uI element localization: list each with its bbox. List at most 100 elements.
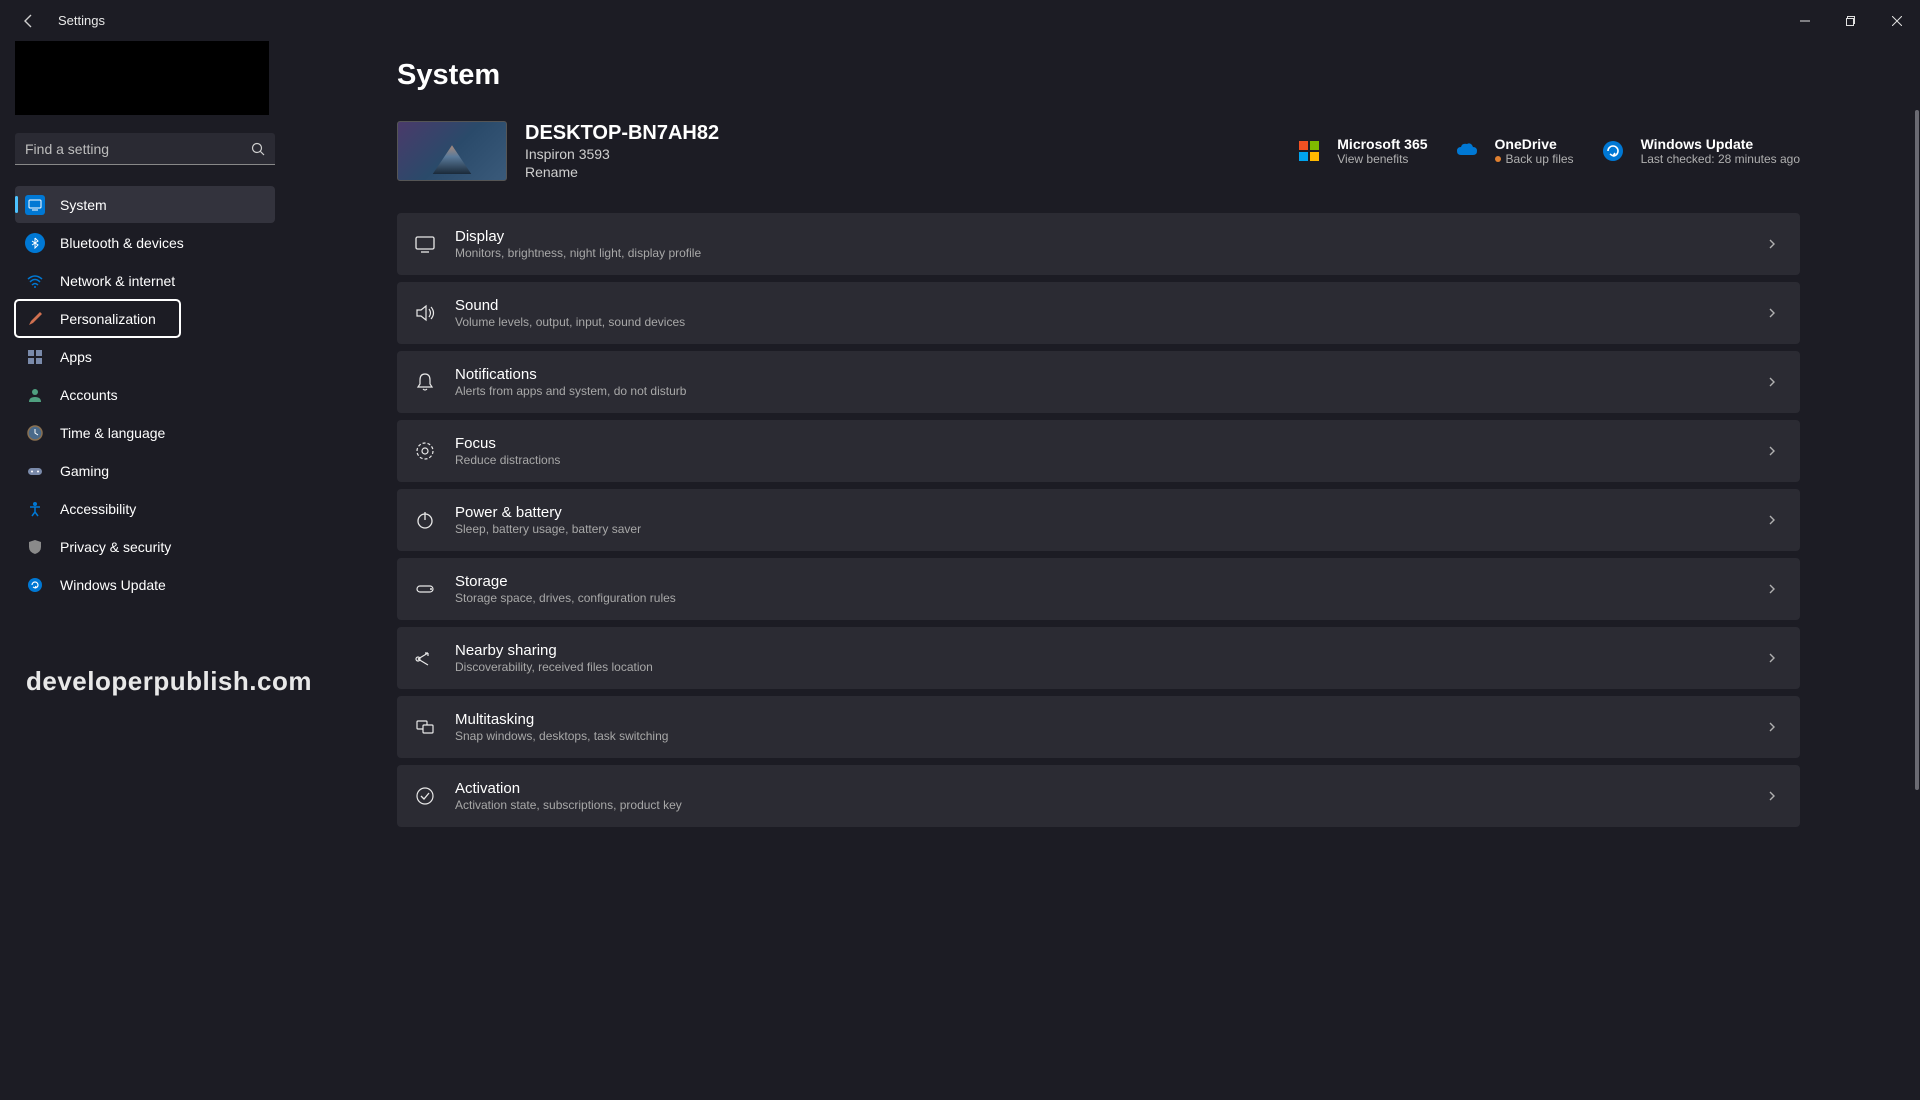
page-title: System	[397, 59, 1800, 92]
microsoft365-icon	[1295, 137, 1323, 165]
sidebar-item-bluetooth[interactable]: Bluetooth & devices	[15, 224, 275, 261]
scrollbar-thumb[interactable]	[1915, 110, 1919, 790]
close-button[interactable]	[1874, 0, 1920, 41]
brush-icon	[25, 309, 45, 329]
chevron-right-icon	[1766, 445, 1778, 457]
row-sub: Reduce distractions	[455, 453, 560, 467]
setting-row-focus[interactable]: FocusReduce distractions	[397, 420, 1800, 482]
chevron-right-icon	[1766, 721, 1778, 733]
sidebar-item-accessibility[interactable]: Accessibility	[15, 490, 275, 527]
search-input[interactable]	[15, 133, 275, 165]
settings-list: DisplayMonitors, brightness, night light…	[397, 213, 1800, 827]
window-controls	[1782, 0, 1920, 41]
row-title: Display	[455, 228, 701, 245]
sidebar-item-label: Windows Update	[60, 577, 166, 593]
share-icon	[413, 646, 437, 670]
user-account-block[interactable]	[15, 41, 269, 115]
shield-icon	[25, 537, 45, 557]
check-circle-icon	[413, 784, 437, 808]
scrollbar[interactable]	[1915, 100, 1919, 1100]
search-wrap	[15, 133, 275, 165]
windows-update-icon	[1599, 137, 1627, 165]
header-card-sub: View benefits	[1337, 152, 1427, 166]
row-title: Storage	[455, 573, 676, 590]
sidebar-item-label: Bluetooth & devices	[60, 235, 184, 251]
apps-icon	[25, 347, 45, 367]
setting-row-notifications[interactable]: NotificationsAlerts from apps and system…	[397, 351, 1800, 413]
header-card-sub: Back up files	[1495, 152, 1574, 166]
row-sub: Activation state, subscriptions, product…	[455, 798, 682, 812]
sidebar-item-privacy[interactable]: Privacy & security	[15, 528, 275, 565]
sidebar-item-personalization[interactable]: Personalization	[15, 300, 180, 337]
header-card-title: Microsoft 365	[1337, 136, 1427, 152]
row-sub: Sleep, battery usage, battery saver	[455, 522, 641, 536]
header-card-title: OneDrive	[1495, 136, 1574, 152]
row-title: Nearby sharing	[455, 642, 653, 659]
setting-row-nearby-sharing[interactable]: Nearby sharingDiscoverability, received …	[397, 627, 1800, 689]
row-title: Sound	[455, 297, 685, 314]
row-title: Notifications	[455, 366, 686, 383]
sidebar-item-label: Apps	[60, 349, 92, 365]
sidebar-item-apps[interactable]: Apps	[15, 338, 275, 375]
chevron-right-icon	[1766, 514, 1778, 526]
setting-row-display[interactable]: DisplayMonitors, brightness, night light…	[397, 213, 1800, 275]
maximize-button[interactable]	[1828, 0, 1874, 41]
sidebar-item-label: Network & internet	[60, 273, 175, 289]
sidebar-item-time-language[interactable]: Time & language	[15, 414, 275, 451]
sidebar-item-windows-update[interactable]: Windows Update	[15, 566, 275, 603]
setting-row-activation[interactable]: ActivationActivation state, subscription…	[397, 765, 1800, 827]
header-card-sub: Last checked: 28 minutes ago	[1641, 152, 1800, 166]
chevron-right-icon	[1766, 790, 1778, 802]
sidebar-item-accounts[interactable]: Accounts	[15, 376, 275, 413]
chevron-right-icon	[1766, 652, 1778, 664]
device-wallpaper-thumb[interactable]	[397, 121, 507, 181]
header-card-title: Windows Update	[1641, 136, 1800, 152]
setting-row-power[interactable]: Power & batterySleep, battery usage, bat…	[397, 489, 1800, 551]
row-title: Multitasking	[455, 711, 668, 728]
back-icon[interactable]	[18, 10, 40, 32]
chevron-right-icon	[1766, 307, 1778, 319]
sidebar-item-label: Accounts	[60, 387, 118, 403]
bluetooth-icon	[25, 233, 45, 253]
multitask-icon	[413, 715, 437, 739]
row-sub: Volume levels, output, input, sound devi…	[455, 315, 685, 329]
header-card-windows-update[interactable]: Windows Update Last checked: 28 minutes …	[1599, 136, 1800, 166]
person-icon	[25, 385, 45, 405]
storage-icon	[413, 577, 437, 601]
header-card-microsoft365[interactable]: Microsoft 365 View benefits	[1295, 136, 1427, 166]
header-card-onedrive[interactable]: OneDrive Back up files	[1453, 136, 1574, 166]
sidebar-item-system[interactable]: System	[15, 186, 275, 223]
onedrive-icon	[1453, 137, 1481, 165]
chevron-right-icon	[1766, 583, 1778, 595]
setting-row-multitasking[interactable]: MultitaskingSnap windows, desktops, task…	[397, 696, 1800, 758]
sidebar-item-label: Accessibility	[60, 501, 136, 517]
focus-icon	[413, 439, 437, 463]
power-icon	[413, 508, 437, 532]
display-icon	[413, 232, 437, 256]
sidebar-item-label: Personalization	[60, 311, 156, 327]
sidebar-item-label: Gaming	[60, 463, 109, 479]
update-icon	[25, 575, 45, 595]
sound-icon	[413, 301, 437, 325]
sidebar-item-gaming[interactable]: Gaming	[15, 452, 275, 489]
clock-icon	[25, 423, 45, 443]
sidebar-item-network[interactable]: Network & internet	[15, 262, 275, 299]
setting-row-storage[interactable]: StorageStorage space, drives, configurat…	[397, 558, 1800, 620]
gamepad-icon	[25, 461, 45, 481]
bell-icon	[413, 370, 437, 394]
row-sub: Alerts from apps and system, do not dist…	[455, 384, 686, 398]
device-model: Inspiron 3593	[525, 146, 719, 162]
sidebar: System Bluetooth & devices Network & int…	[0, 41, 290, 1080]
chevron-right-icon	[1766, 376, 1778, 388]
minimize-button[interactable]	[1782, 0, 1828, 41]
chevron-right-icon	[1766, 238, 1778, 250]
row-sub: Discoverability, received files location	[455, 660, 653, 674]
rename-link[interactable]: Rename	[525, 164, 719, 180]
setting-row-sound[interactable]: SoundVolume levels, output, input, sound…	[397, 282, 1800, 344]
device-header: DESKTOP-BN7AH82 Inspiron 3593 Rename Mic…	[397, 121, 1800, 181]
sidebar-item-label: Privacy & security	[60, 539, 171, 555]
row-title: Power & battery	[455, 504, 641, 521]
row-title: Focus	[455, 435, 560, 452]
watermark-text: developerpublish.com	[26, 666, 312, 697]
row-sub: Monitors, brightness, night light, displ…	[455, 246, 701, 260]
